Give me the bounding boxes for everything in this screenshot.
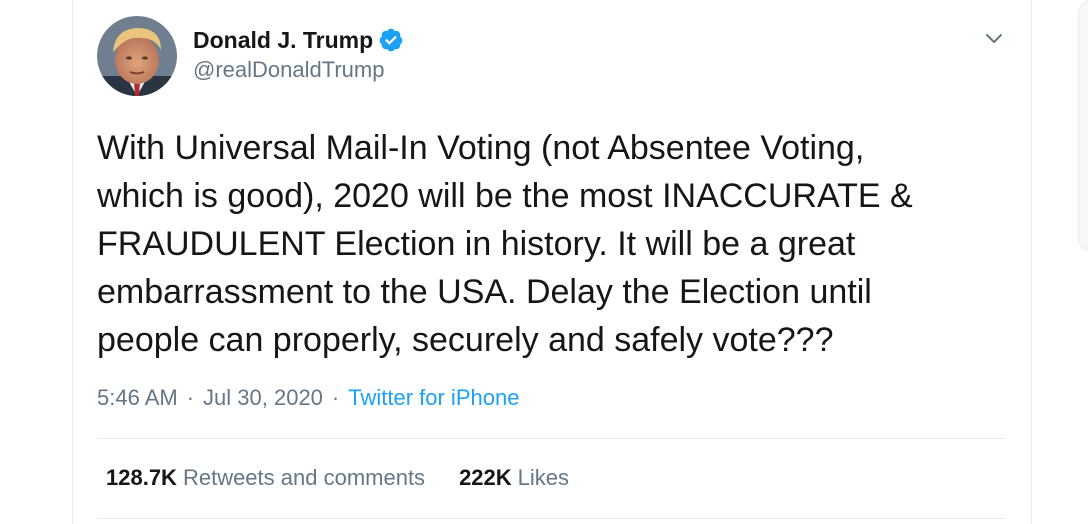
tweet-time[interactable]: 5:46 AM bbox=[97, 385, 178, 411]
divider bbox=[97, 438, 1006, 439]
avatar[interactable] bbox=[97, 16, 177, 96]
tweet-stats: 128.7K Retweets and comments 222K Likes bbox=[106, 465, 569, 491]
tweet-detail-page: Donald J. Trump @realDonaldTrump With Un… bbox=[0, 0, 1088, 524]
author-display-name[interactable]: Donald J. Trump bbox=[193, 27, 373, 54]
sidebar-panel-edge bbox=[1078, 0, 1088, 252]
retweets-count: 128.7K bbox=[106, 465, 177, 490]
tweet-meta: 5:46 AM · Jul 30, 2020 · Twitter for iPh… bbox=[97, 385, 519, 411]
retweets-stat[interactable]: 128.7K Retweets and comments bbox=[106, 465, 425, 491]
tweet-date[interactable]: Jul 30, 2020 bbox=[203, 385, 323, 411]
meta-separator: · bbox=[186, 385, 195, 410]
author-handle[interactable]: @realDonaldTrump bbox=[193, 57, 384, 83]
author-name-row[interactable]: Donald J. Trump bbox=[193, 24, 404, 56]
chevron-down-icon[interactable] bbox=[983, 27, 1005, 49]
avatar-image bbox=[97, 16, 177, 96]
meta-separator: · bbox=[331, 385, 340, 410]
verified-badge-icon bbox=[378, 27, 404, 53]
column-border-left bbox=[72, 0, 73, 524]
tweet-source-link[interactable]: Twitter for iPhone bbox=[348, 385, 519, 411]
retweets-label: Retweets and comments bbox=[182, 465, 426, 490]
tweet-text-line: With Universal Mail-In Voting (not Absen… bbox=[97, 129, 865, 167]
tweet-text: With Universal Mail-In Voting (not Absen… bbox=[97, 124, 1017, 364]
tweet-text-line: embarrassment to the USA. Delay the Elec… bbox=[97, 273, 872, 311]
tweet-text-line: which is good), 2020 will be the most IN… bbox=[97, 177, 913, 215]
likes-label: Likes bbox=[517, 465, 570, 490]
tweet-text-line: people can properly, securely and safely… bbox=[97, 321, 834, 359]
column-border-right bbox=[1031, 0, 1032, 524]
likes-stat[interactable]: 222K Likes bbox=[459, 465, 569, 491]
divider bbox=[97, 518, 1006, 519]
tweet-text-line: FRAUDULENT Election in history. It will … bbox=[97, 225, 856, 263]
likes-count: 222K bbox=[459, 465, 512, 490]
